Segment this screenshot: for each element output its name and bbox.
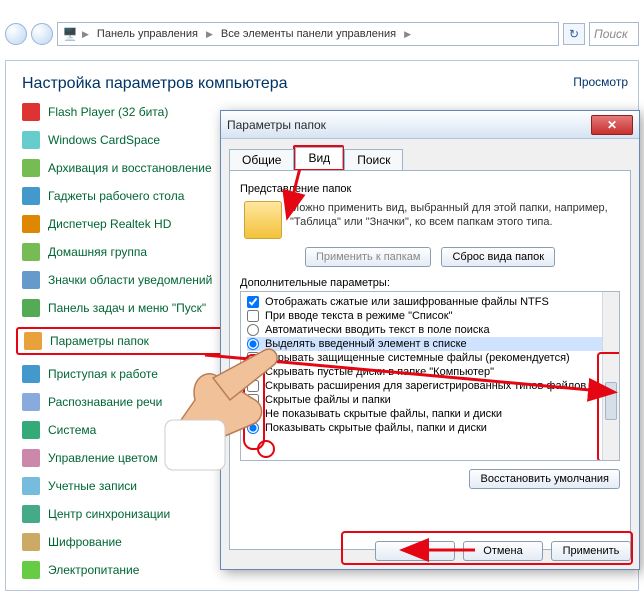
annotation-highlight <box>341 531 633 565</box>
toolbar: 🖥️ ▶ Панель управления ▶ Все элементы па… <box>5 20 639 48</box>
dialog-titlebar: Параметры папок ✕ <box>221 111 639 139</box>
app-icon <box>22 449 40 467</box>
control-panel-item-label: Электропитание <box>48 563 139 577</box>
app-icon <box>24 332 42 350</box>
control-panel-item-label: Гаджеты рабочего стола <box>48 189 184 203</box>
tab-panel-view: Представление папок Можно применить вид,… <box>229 170 631 550</box>
control-panel-item-label: Шифрование <box>48 535 122 549</box>
advanced-setting-label: Отображать сжатые или зашифрованные файл… <box>265 296 549 308</box>
annotation-highlight <box>597 352 620 461</box>
radio-input[interactable] <box>247 324 259 336</box>
tab-strip: Общие Вид Поиск <box>229 145 631 171</box>
control-panel-item-label: Домашняя группа <box>48 245 147 259</box>
annotation-highlight: Вид <box>293 145 344 171</box>
reset-folders-button[interactable]: Сброс вида папок <box>441 247 555 267</box>
group-folder-views: Представление папок <box>240 183 620 195</box>
app-icon <box>22 103 40 121</box>
chevron-right-icon: ▶ <box>82 29 89 40</box>
app-icon <box>22 187 40 205</box>
app-icon <box>22 393 40 411</box>
control-panel-item-label: Архивация и восстановление <box>48 161 212 175</box>
search-input[interactable]: Поиск <box>589 22 639 46</box>
advanced-setting-row[interactable]: Показывать скрытые файлы, папки и диски <box>247 421 613 435</box>
view-mode-label[interactable]: Просмотр <box>573 75 628 89</box>
advanced-setting-row[interactable]: Скрывать расширения для зарегистрированн… <box>247 379 613 393</box>
refresh-button[interactable]: ↻ <box>563 23 585 45</box>
tab-search[interactable]: Поиск <box>344 149 403 171</box>
control-panel-item-label: Система <box>48 423 96 437</box>
advanced-setting-row[interactable]: Выделять введенный элемент в списке <box>247 337 613 351</box>
advanced-setting-row[interactable]: Скрывать пустые диски в папке "Компьютер… <box>247 365 613 379</box>
advanced-setting-label: Скрытые файлы и папки <box>265 394 391 406</box>
control-panel-item-label: Диспетчер Realtek HD <box>48 217 171 231</box>
advanced-setting-label: Автоматически вводить текст в поле поиск… <box>265 324 490 336</box>
control-panel-icon: 🖥️ <box>62 26 78 42</box>
radio-input[interactable] <box>247 338 259 350</box>
annotation-highlight <box>257 440 275 458</box>
app-icon <box>22 243 40 261</box>
search-placeholder: Поиск <box>594 27 628 41</box>
app-icon <box>22 159 40 177</box>
advanced-settings-label: Дополнительные параметры: <box>240 277 620 289</box>
advanced-setting-label: Не показывать скрытые файлы, папки и дис… <box>265 408 502 420</box>
advanced-setting-row[interactable]: При вводе текста в режиме "Список" <box>247 309 613 323</box>
tab-general[interactable]: Общие <box>229 149 294 171</box>
address-bar[interactable]: 🖥️ ▶ Панель управления ▶ Все элементы па… <box>57 22 559 46</box>
control-panel-item[interactable]: Параметры папок <box>24 332 149 350</box>
control-panel-item-label: Flash Player (32 бита) <box>48 105 168 119</box>
close-button[interactable]: ✕ <box>591 115 633 135</box>
control-panel-item-label: Распознавание речи <box>48 395 162 409</box>
advanced-setting-row[interactable]: Отображать сжатые или зашифрованные файл… <box>247 295 613 309</box>
advanced-setting-label: Скрывать пустые диски в папке "Компьютер… <box>265 366 494 378</box>
control-panel-item-label: Учетные записи <box>48 479 137 493</box>
control-panel-item-label: Приступая к работе <box>48 367 158 381</box>
app-icon <box>22 421 40 439</box>
breadcrumb-segment[interactable]: Все элементы панели управления <box>217 28 400 40</box>
advanced-setting-label: Показывать скрытые файлы, папки и диски <box>265 422 487 434</box>
chevron-right-icon: ▶ <box>206 29 213 40</box>
app-icon <box>22 477 40 495</box>
control-panel-item-label: Панель задач и меню "Пуск" <box>48 301 206 315</box>
dialog-title: Параметры папок <box>227 118 326 132</box>
advanced-setting-row[interactable]: Скрытые файлы и папки <box>247 393 613 407</box>
advanced-setting-row[interactable]: Скрывать защищенные системные файлы (рек… <box>247 351 613 365</box>
app-icon <box>22 505 40 523</box>
checkbox-input[interactable] <box>247 296 259 308</box>
control-panel-item-label: Управление цветом <box>48 451 158 465</box>
app-icon <box>22 271 40 289</box>
advanced-settings-list: Отображать сжатые или зашифрованные файл… <box>240 291 620 461</box>
page-title: Настройка параметров компьютера <box>6 61 638 103</box>
nav-back-button[interactable] <box>5 23 27 45</box>
app-icon <box>22 561 40 579</box>
restore-defaults-button[interactable]: Восстановить умолчания <box>469 469 620 489</box>
app-icon <box>22 299 40 317</box>
app-icon <box>22 533 40 551</box>
advanced-setting-label: Скрывать расширения для зарегистрированн… <box>265 380 586 392</box>
folder-views-description: Можно применить вид, выбранный для этой … <box>290 201 620 230</box>
annotation-highlight <box>243 354 265 450</box>
nav-forward-button[interactable] <box>31 23 53 45</box>
folder-views-icon <box>244 201 282 239</box>
control-panel-item-label: Центр синхронизации <box>48 507 170 521</box>
app-icon <box>22 215 40 233</box>
folder-options-dialog: Параметры папок ✕ Общие Вид Поиск Предст… <box>220 110 640 570</box>
tab-view[interactable]: Вид <box>295 147 343 169</box>
app-icon <box>22 365 40 383</box>
advanced-setting-row[interactable]: Не показывать скрытые файлы, папки и дис… <box>247 407 613 421</box>
advanced-setting-row[interactable]: Автоматически вводить текст в поле поиск… <box>247 323 613 337</box>
checkbox-input[interactable] <box>247 310 259 322</box>
control-panel-item-label: Значки области уведомлений <box>48 273 212 287</box>
app-icon <box>22 131 40 149</box>
advanced-setting-label: При вводе текста в режиме "Список" <box>265 310 452 322</box>
control-panel-item-label: Параметры папок <box>50 334 149 348</box>
control-panel-item-label: Windows CardSpace <box>48 133 160 147</box>
apply-to-folders-button[interactable]: Применить к папкам <box>305 247 432 267</box>
chevron-right-icon: ▶ <box>404 29 411 40</box>
advanced-setting-label: Выделять введенный элемент в списке <box>265 338 467 350</box>
advanced-setting-label: Скрывать защищенные системные файлы (рек… <box>265 352 570 364</box>
breadcrumb-segment[interactable]: Панель управления <box>93 28 202 40</box>
